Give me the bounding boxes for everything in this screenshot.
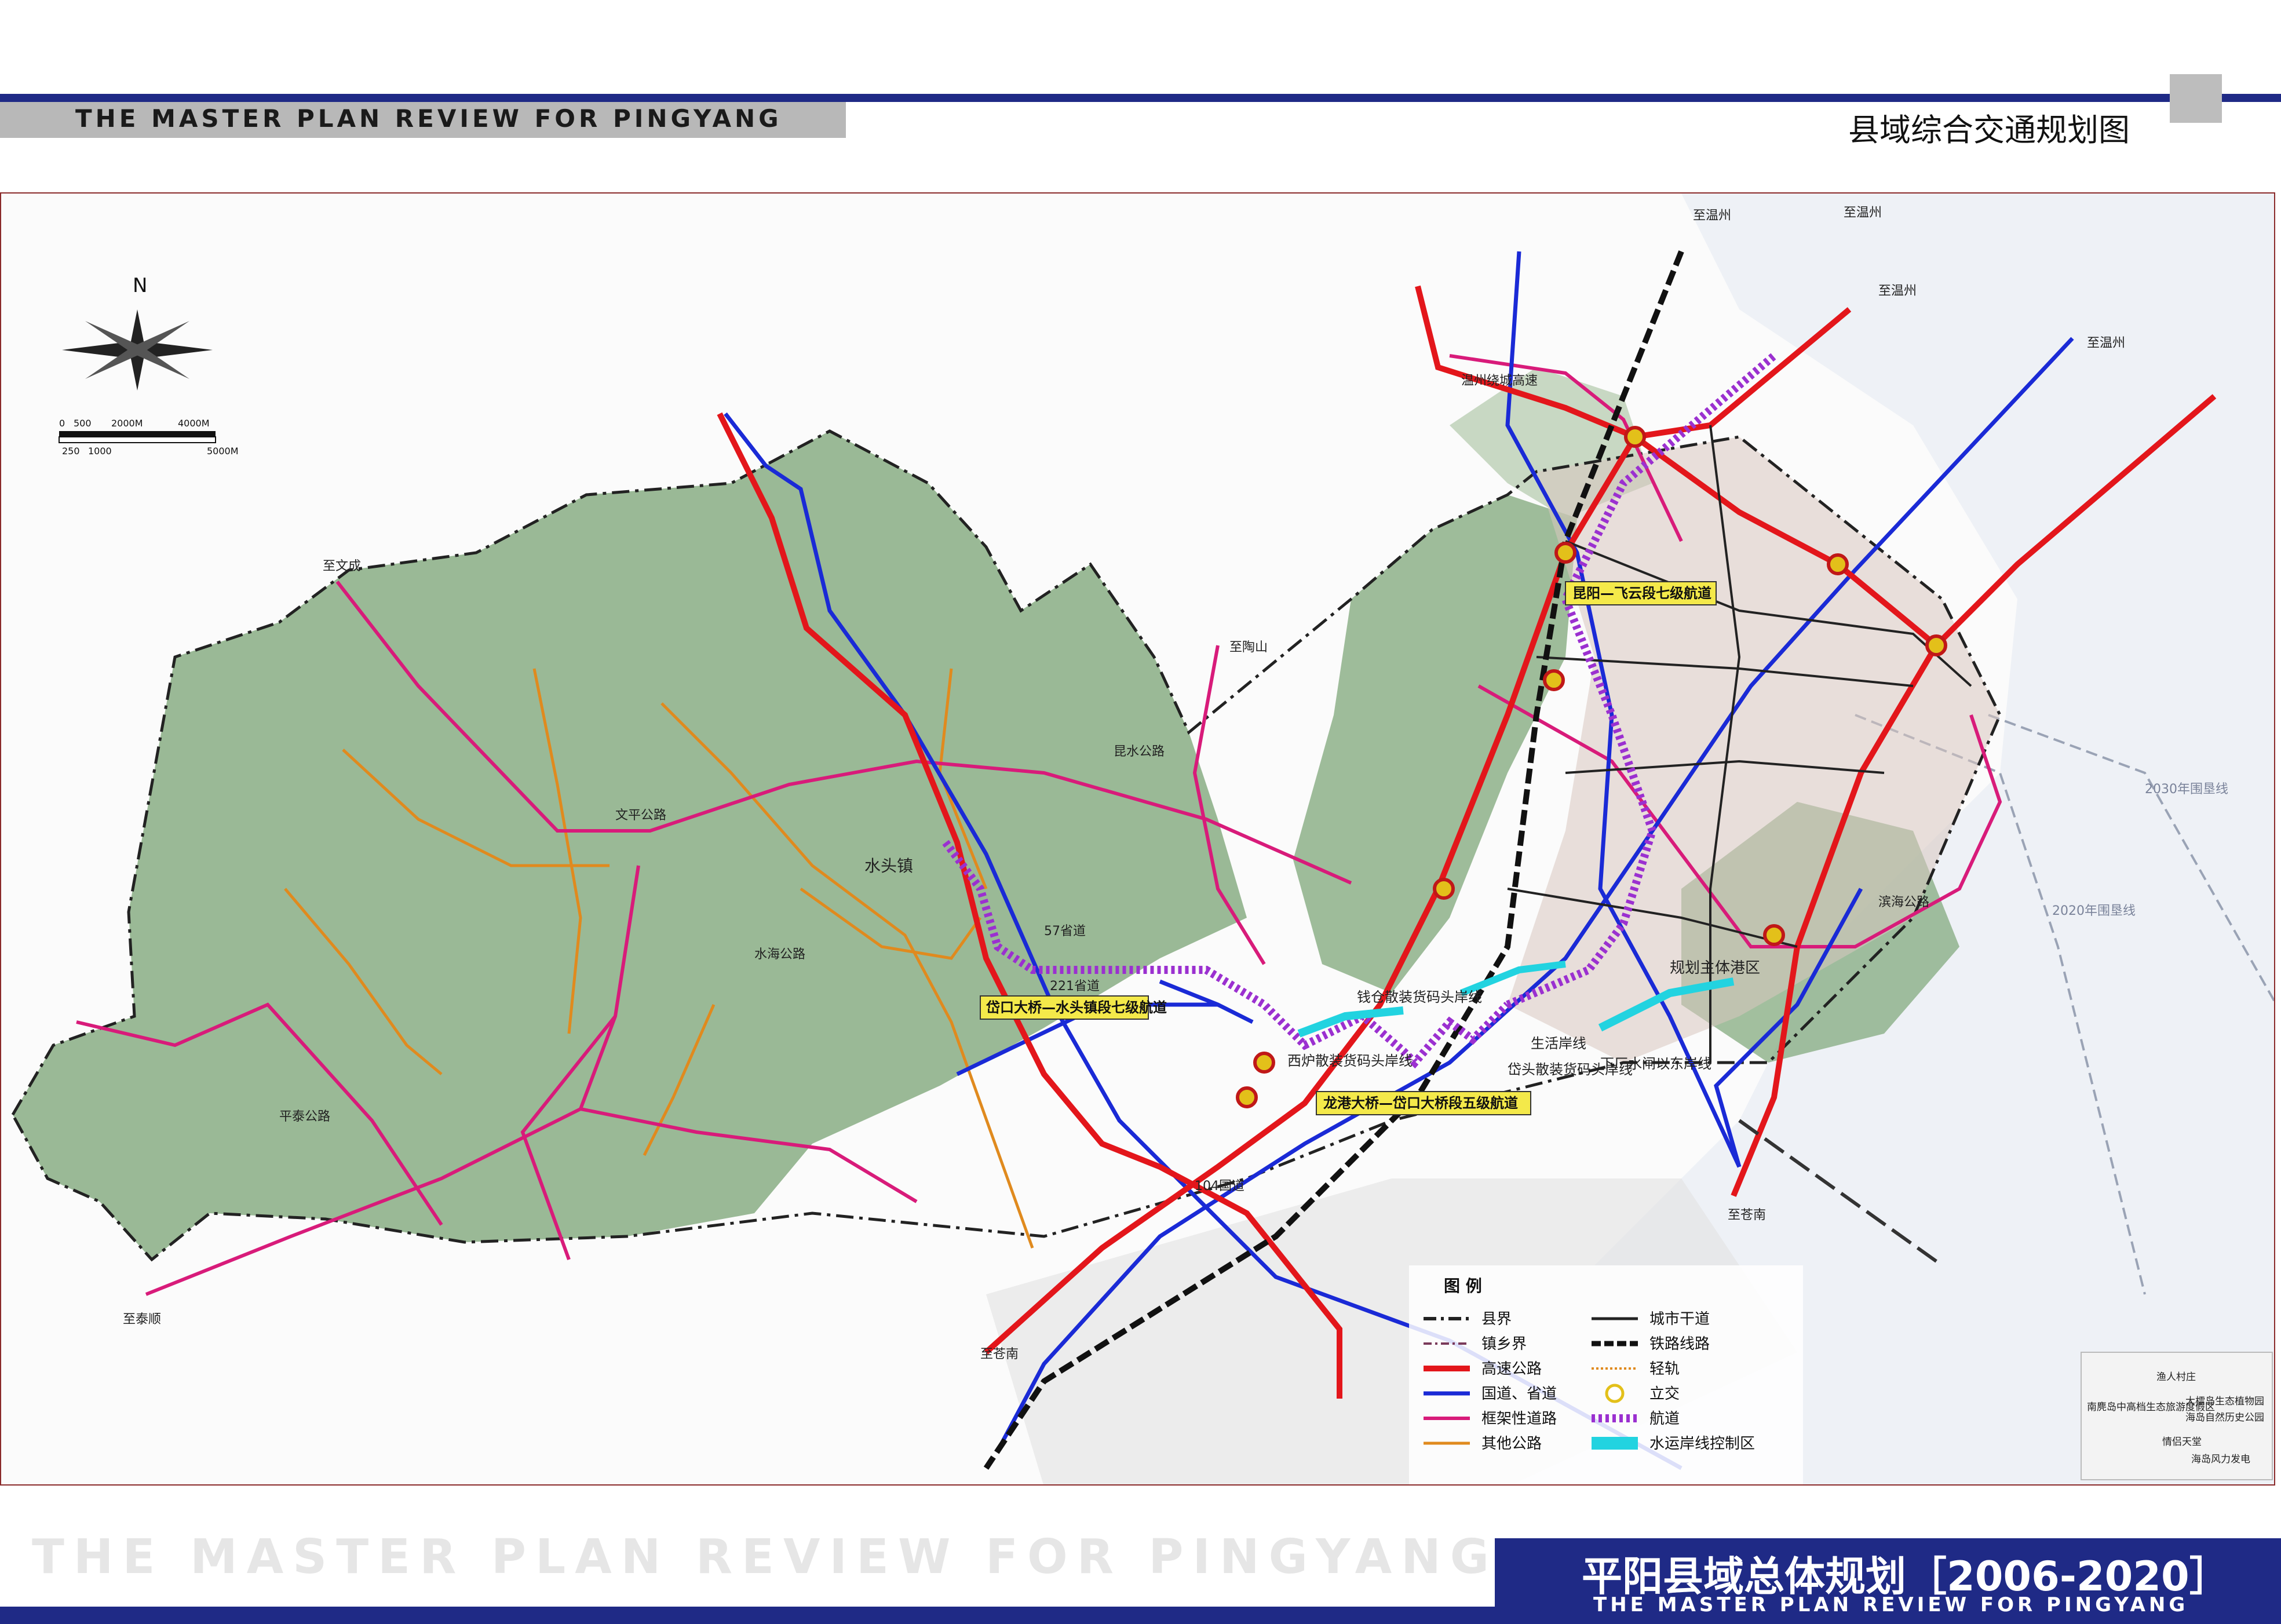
label-to-wenzhou-3: 至温州 — [1878, 284, 1917, 298]
scale-bottom-0: 250 — [62, 446, 80, 457]
north-letter: N — [133, 274, 147, 297]
callout-daikou: 岱口大桥—水头镇段七级航道 — [986, 999, 1167, 1016]
legend-label-other: 其他公路 — [1481, 1435, 1542, 1453]
interchange-1 — [1624, 426, 1646, 448]
tourism-1: 渔人村庄 — [2156, 1371, 2196, 1383]
terrain-west — [13, 431, 1247, 1260]
legend-label-national: 国道、省道 — [1481, 1385, 1557, 1403]
label-road-shuihai: 水海公路 — [754, 947, 805, 962]
footer-rule — [0, 1607, 1495, 1624]
tourism-4: 海岛自然历史公园 — [2185, 1412, 2264, 1424]
label-road-kunshui: 昆水公路 — [1114, 745, 1165, 759]
tourism-3: 大檑岛生态植物园 — [2185, 1396, 2264, 1407]
legend-label-frame: 框架性道路 — [1481, 1410, 1557, 1428]
legend-label-shoreline: 水运岸线控制区 — [1649, 1435, 1755, 1453]
label-to-wenzhou-1: 至温州 — [1693, 209, 1731, 223]
callout-kunyang: 昆阳—飞云段七级航道 — [1572, 585, 1711, 601]
label-to-wenzhou-2: 至温州 — [1844, 206, 1882, 220]
label-line-2030: 2030年围垦线 — [2145, 782, 2228, 797]
header-rule — [0, 94, 2281, 102]
label-quay-xilu: 西炉散装货码头岸线 — [1287, 1053, 1413, 1069]
callout-longgang: 龙港大桥—岱口大桥段五级航道 — [1323, 1095, 1518, 1111]
legend-label-county: 县界 — [1481, 1311, 1512, 1328]
terrain-east — [1293, 495, 1577, 993]
label-road-104: 104国道 — [1195, 1179, 1244, 1194]
footer-ghost-title: THE MASTER PLAN REVIEW FOR PINGYANG — [32, 1530, 1499, 1585]
interchange-9 — [1236, 1086, 1258, 1108]
map-canvas: N 0 500 2000M 4000M 250 1000 5000M 水头镇 规… — [11, 194, 2274, 1484]
label-quay-life: 生活岸线 — [1531, 1035, 1586, 1052]
north-arrow: N — [62, 274, 213, 391]
footer-title-en: THE MASTER PLAN REVIEW FOR PINGYANG — [1593, 1593, 2189, 1616]
interchange-5 — [1543, 669, 1565, 691]
legend-label-township: 镇乡界 — [1481, 1335, 1527, 1353]
label-road-wenzhou-ring: 温州绕城高速 — [1461, 374, 1538, 388]
tourism-5: 情侣天堂 — [2162, 1436, 2202, 1448]
legend-label-expressway: 高速公路 — [1481, 1360, 1542, 1378]
label-quay-xiachang: 下厂水闸以东岸线 — [1600, 1056, 1711, 1072]
label-to-wenzhou-4: 至温州 — [2087, 336, 2125, 351]
scale-bottom-2: 5000M — [207, 446, 239, 457]
legend-label-lightrail: 轻轨 — [1649, 1360, 1680, 1378]
label-to-cangnan-2: 至苍南 — [1728, 1208, 1766, 1222]
label-to-cangnan-1: 至苍南 — [980, 1347, 1019, 1362]
scale-top-0: 0 — [59, 418, 65, 429]
scale-top-3: 4000M — [178, 418, 210, 429]
tourism-6: 海岛风力发电 — [2191, 1454, 2250, 1465]
legend-label-waterway: 航道 — [1649, 1410, 1680, 1428]
legend-label-arterial: 城市干道 — [1649, 1311, 1710, 1328]
label-road-wenzhu: 文平公路 — [615, 808, 666, 823]
label-road-binhai: 滨海公路 — [1878, 895, 1929, 910]
scale-top-2: 2000M — [111, 418, 143, 429]
scale-bar: 0 500 2000M 4000M 250 1000 5000M — [59, 418, 239, 457]
legend-swatch-interchange — [1605, 1384, 1625, 1403]
label-town-shuitou: 水头镇 — [864, 856, 913, 875]
scale-top-1: 500 — [74, 418, 92, 429]
sheet-title: 县域综合交通规划图 — [1848, 112, 2130, 148]
legend-label-railway: 铁路线路 — [1649, 1335, 1710, 1353]
legend-title: 图 例 — [1444, 1276, 1482, 1295]
label-road-57: 57省道 — [1044, 924, 1086, 939]
map-frame: N 0 500 2000M 4000M 250 1000 5000M 水头镇 规… — [0, 192, 2275, 1486]
interchange-6 — [1433, 878, 1455, 900]
tourism-inset: 渔人村庄 南麂岛中高档生态旅游度假区 大檑岛生态植物园 海岛自然历史公园 情侣天… — [2081, 1352, 2273, 1480]
header-title: THE MASTER PLAN REVIEW FOR PINGYANG — [75, 104, 782, 133]
interchange-4 — [1925, 634, 1947, 656]
legend-label-interchange: 立交 — [1649, 1385, 1680, 1403]
label-road-221: 221省道 — [1050, 979, 1100, 994]
scale-bottom-1: 1000 — [88, 446, 112, 457]
interchange-3 — [1827, 553, 1849, 575]
label-quay-qianzang: 钱仓散装货码头岸线 — [1357, 989, 1482, 1005]
interchange-8 — [1253, 1052, 1275, 1074]
legend: 图 例 县界 镇乡界 高速公路 国道、省道 框架性道路 其他公路 城市干道 铁路… — [1409, 1265, 1803, 1484]
label-port-area: 规划主体港区 — [1670, 959, 1760, 977]
label-line-2020: 2020年围垦线 — [2052, 904, 2136, 918]
label-to-wencheng: 至文成 — [323, 559, 361, 574]
interchange-2 — [1554, 542, 1576, 564]
interchange-7 — [1763, 924, 1785, 946]
legend-swatch-shoreline — [1592, 1437, 1638, 1450]
label-to-taishun: 至泰顺 — [123, 1312, 161, 1327]
corner-block — [2170, 74, 2222, 123]
label-to-taoshan: 至陶山 — [1229, 640, 1268, 655]
label-road-pingtai: 平泰公路 — [279, 1110, 330, 1124]
